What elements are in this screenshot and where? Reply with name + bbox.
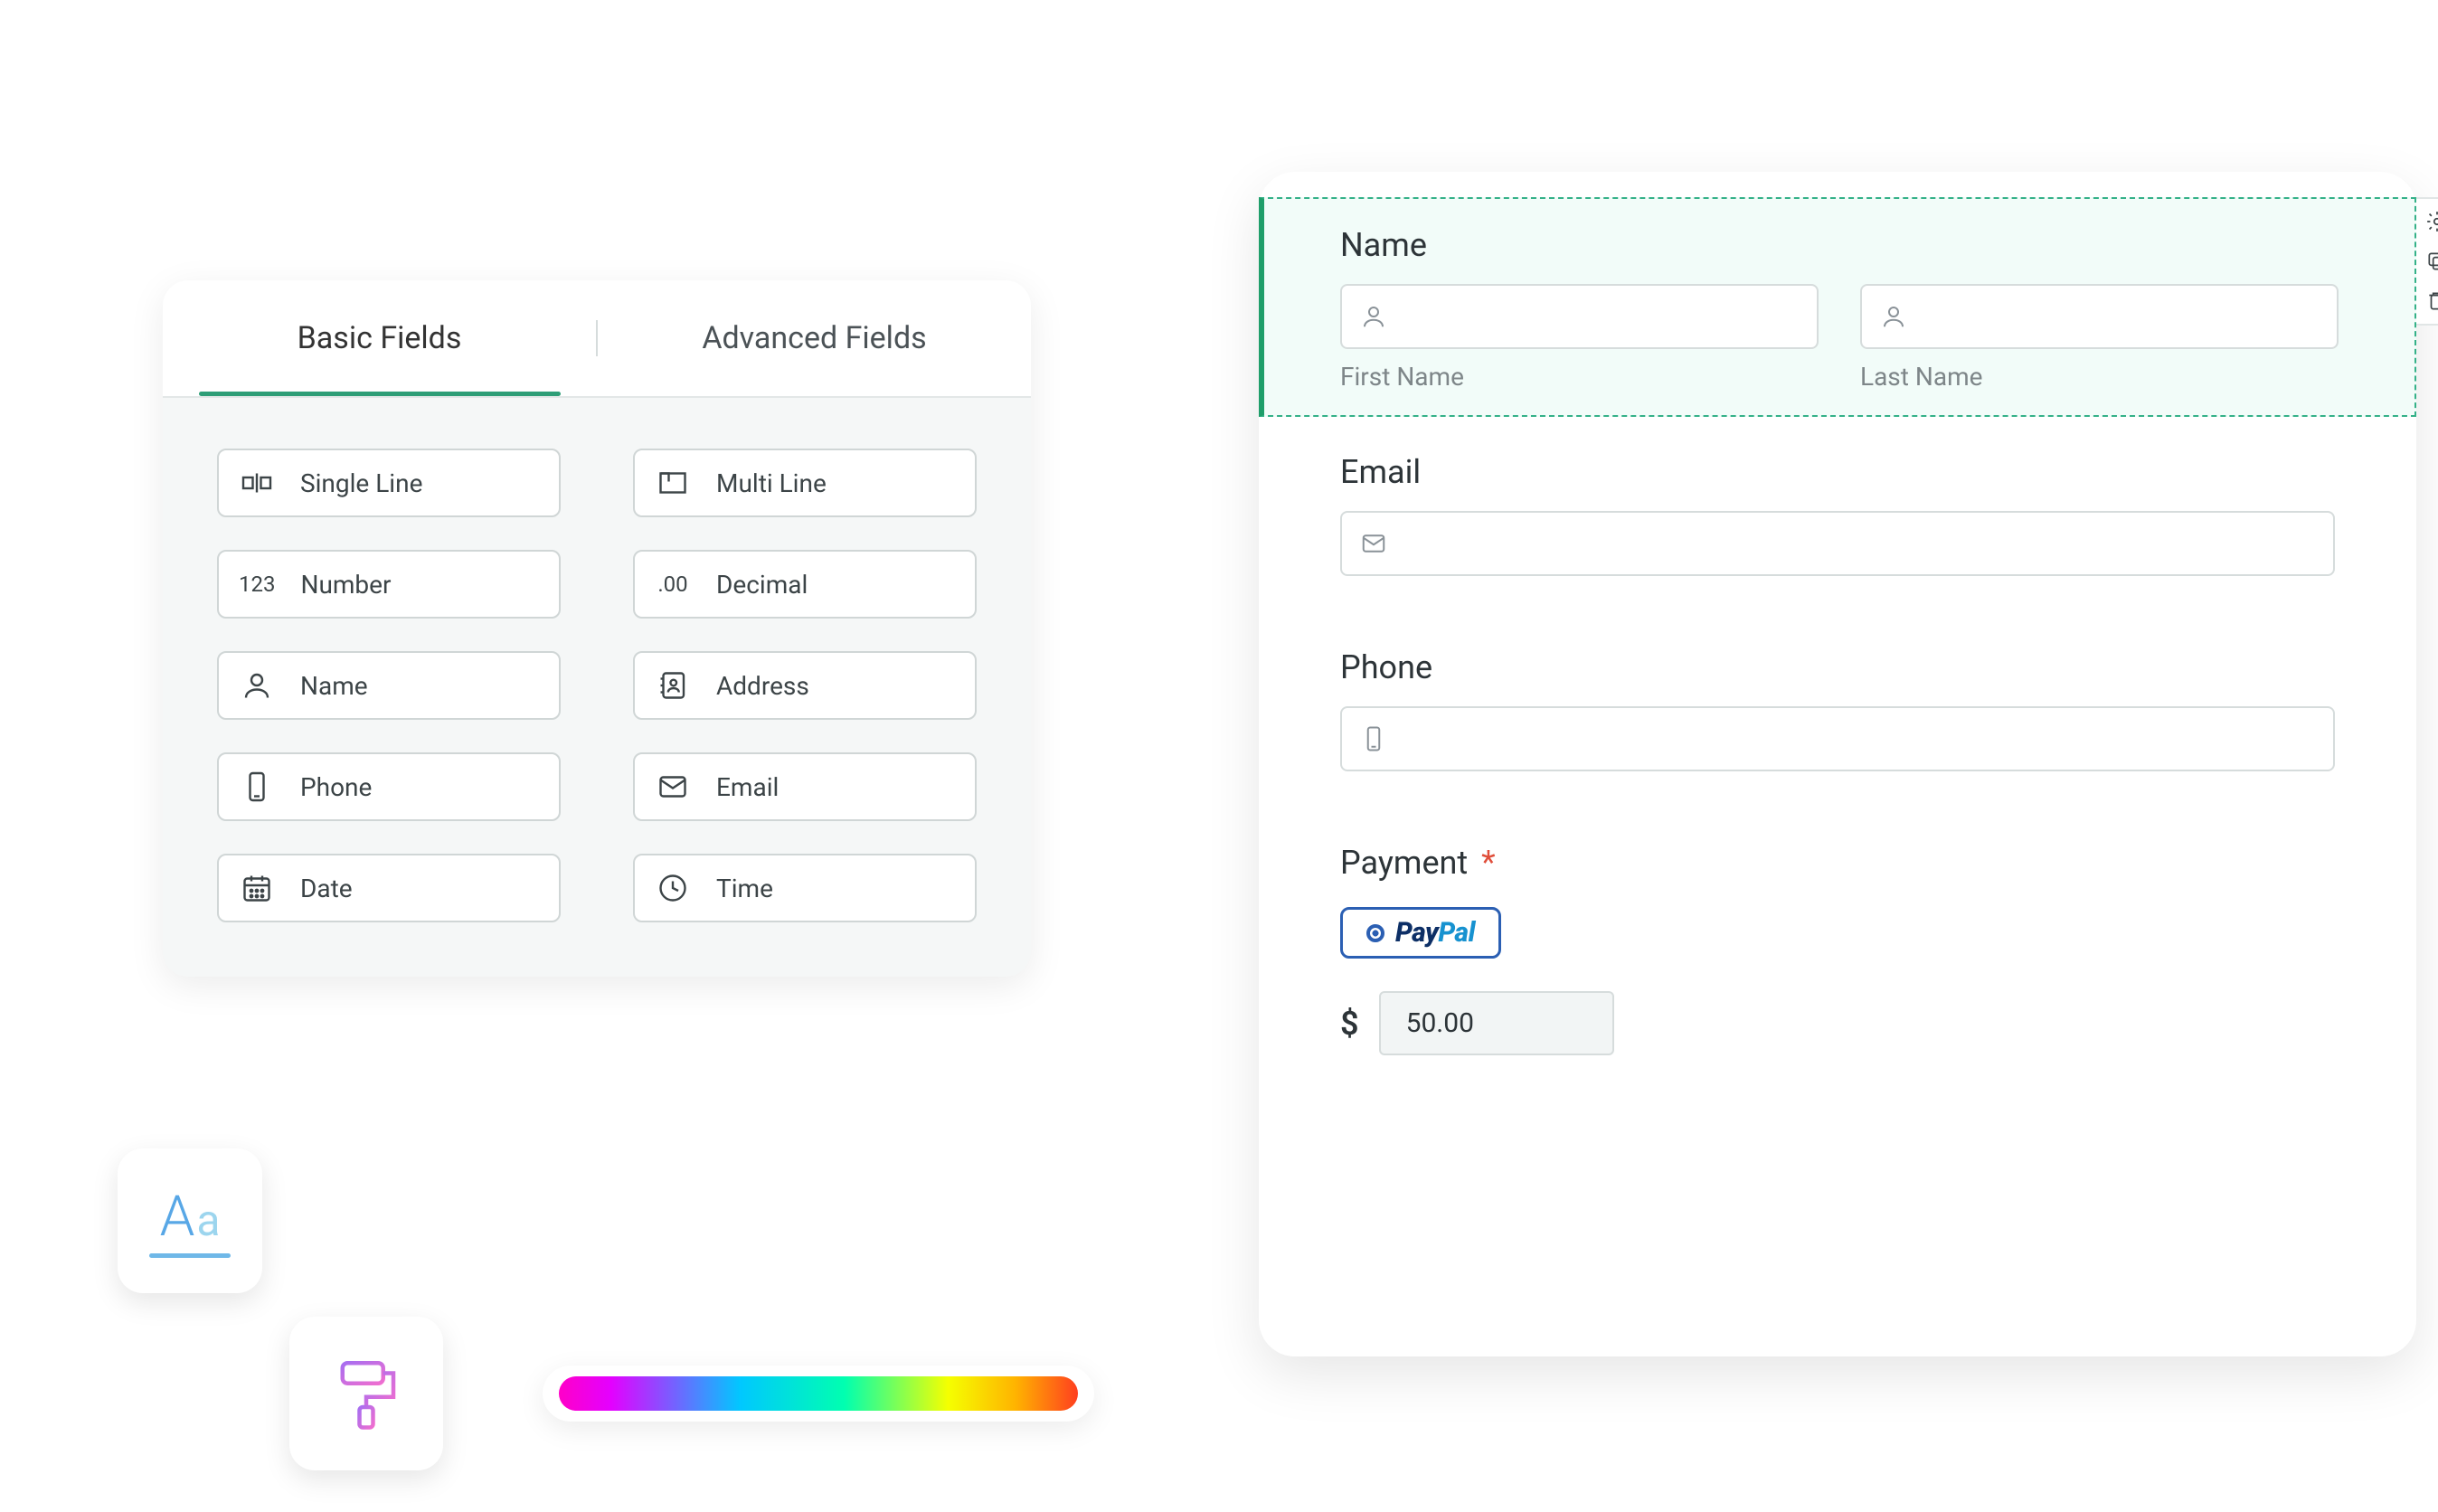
tab-advanced-fields[interactable]: Advanced Fields xyxy=(598,280,1031,396)
field-type-decimal[interactable]: .00 Decimal xyxy=(633,550,977,619)
first-name-sublabel: First Name xyxy=(1340,362,1819,392)
number-icon: 123 xyxy=(239,566,275,602)
paint-roller-icon xyxy=(326,1353,407,1434)
currency-symbol: $ xyxy=(1340,1005,1359,1043)
field-type-name[interactable]: Name xyxy=(217,651,561,720)
person-icon xyxy=(1360,303,1387,330)
tab-basic-fields[interactable]: Basic Fields xyxy=(163,280,596,396)
field-type-label: Name xyxy=(300,671,368,701)
trash-icon xyxy=(2425,289,2438,313)
payment-amount-value: 50.00 xyxy=(1406,1007,1474,1039)
paypal-logo: PayPal xyxy=(1395,917,1475,949)
field-type-email[interactable]: Email xyxy=(633,752,977,821)
field-settings-button[interactable] xyxy=(2424,208,2438,235)
mail-icon xyxy=(1360,530,1387,557)
calendar-icon xyxy=(239,870,275,906)
paypal-option[interactable]: PayPal xyxy=(1340,907,1501,959)
active-tab-underline xyxy=(199,392,561,396)
field-type-date[interactable]: Date xyxy=(217,854,561,922)
field-label-email: Email xyxy=(1340,453,2335,491)
selected-field-toolbar xyxy=(2416,197,2438,326)
typography-tool[interactable]: Aa xyxy=(118,1148,262,1293)
palette-tabs: Basic Fields Advanced Fields xyxy=(163,280,1031,398)
payment-amount-input[interactable]: 50.00 xyxy=(1379,991,1614,1055)
field-label-name: Name xyxy=(1340,226,2339,264)
email-input[interactable] xyxy=(1340,511,2335,576)
field-type-label: Date xyxy=(300,874,353,903)
clock-icon xyxy=(655,870,691,906)
theme-brush-tool[interactable] xyxy=(289,1317,443,1470)
field-type-number[interactable]: 123 Number xyxy=(217,550,561,619)
field-type-label: Phone xyxy=(300,772,372,802)
phone-icon xyxy=(1360,725,1387,752)
spectrum-gradient xyxy=(559,1376,1078,1411)
person-icon xyxy=(1880,303,1907,330)
color-spectrum-picker[interactable] xyxy=(543,1366,1094,1422)
form-field-payment[interactable]: Payment * PayPal $ 50.00 xyxy=(1259,808,2416,1091)
typography-icon: Aa xyxy=(160,1184,221,1250)
last-name-input[interactable] xyxy=(1860,284,2339,349)
field-duplicate-button[interactable] xyxy=(2424,248,2438,275)
phone-input[interactable] xyxy=(1340,706,2335,771)
field-type-multi-line[interactable]: Multi Line xyxy=(633,449,977,517)
field-delete-button[interactable] xyxy=(2424,288,2438,315)
form-field-name[interactable]: Name First Name Last xyxy=(1259,197,2416,417)
field-type-label: Number xyxy=(300,570,391,600)
mail-icon xyxy=(655,769,691,805)
required-mark: * xyxy=(1481,844,1496,882)
copy-icon xyxy=(2425,250,2438,273)
single-line-icon xyxy=(239,465,275,501)
field-type-time[interactable]: Time xyxy=(633,854,977,922)
field-label-payment: Payment * xyxy=(1340,844,2335,882)
form-preview-canvas: Name First Name Last xyxy=(1259,172,2416,1356)
gear-icon xyxy=(2425,210,2438,233)
last-name-sublabel: Last Name xyxy=(1860,362,2339,392)
field-type-label: Email xyxy=(716,772,779,802)
field-type-label: Time xyxy=(716,874,773,903)
field-type-label: Address xyxy=(716,671,809,701)
field-type-label: Multi Line xyxy=(716,468,827,498)
address-book-icon xyxy=(655,667,691,704)
multi-line-icon xyxy=(655,465,691,501)
person-icon xyxy=(239,667,275,704)
field-type-phone[interactable]: Phone xyxy=(217,752,561,821)
field-type-address[interactable]: Address xyxy=(633,651,977,720)
field-type-single-line[interactable]: Single Line xyxy=(217,449,561,517)
first-name-input[interactable] xyxy=(1340,284,1819,349)
field-type-label: Decimal xyxy=(716,570,808,600)
phone-icon xyxy=(239,769,275,805)
decimal-icon: .00 xyxy=(655,566,691,602)
form-field-phone[interactable]: Phone xyxy=(1259,612,2416,808)
radio-selected-icon xyxy=(1366,924,1384,942)
form-field-email[interactable]: Email xyxy=(1259,417,2416,612)
field-palette-panel: Basic Fields Advanced Fields Single Line xyxy=(163,280,1031,977)
field-type-label: Single Line xyxy=(300,468,422,498)
field-label-phone: Phone xyxy=(1340,648,2335,686)
